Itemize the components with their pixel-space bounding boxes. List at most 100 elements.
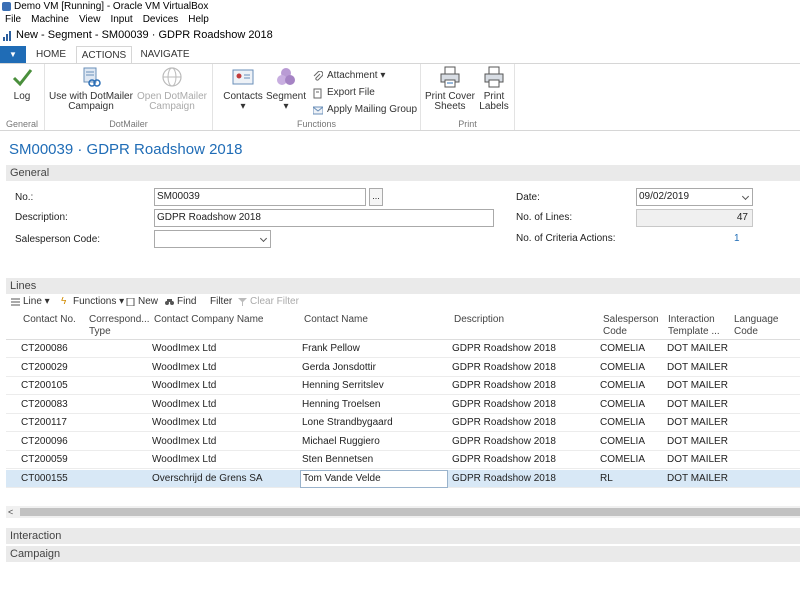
checkmark-icon bbox=[12, 69, 33, 87]
line-menu-button[interactable]: Line ▾ bbox=[11, 295, 50, 309]
fasttab-lines[interactable]: Lines bbox=[6, 278, 800, 294]
cell-contact-name: Lone Strandbygaard bbox=[302, 417, 393, 428]
table-row[interactable]: CT200029 WoodImex Ltd Gerda Jonsdottir G… bbox=[6, 359, 800, 377]
cell-contact-no: CT200086 bbox=[21, 343, 68, 354]
dotmailer-campaign-icon bbox=[83, 67, 101, 87]
page-title: SM00039 · GDPR Roadshow 2018 bbox=[9, 141, 243, 158]
segment-dropdown-icon: ▾ bbox=[283, 101, 289, 112]
column-correspondence-type-line2: Type bbox=[89, 326, 111, 337]
cell-company: WoodImex Ltd bbox=[152, 454, 217, 465]
no-field[interactable]: SM00039 bbox=[154, 188, 366, 206]
column-contact-name[interactable]: Contact Name bbox=[304, 314, 368, 326]
column-contact-company-name[interactable]: Contact Company Name bbox=[154, 314, 264, 326]
tab-home[interactable]: HOME bbox=[30, 46, 72, 64]
cell-description: GDPR Roadshow 2018 bbox=[452, 436, 556, 447]
table-row[interactable]: CT200083 WoodImex Ltd Henning Troelsen G… bbox=[6, 396, 800, 414]
no-assist-button[interactable]: ... bbox=[369, 188, 383, 206]
cell-contact-no: CT200083 bbox=[21, 399, 68, 410]
list-icon bbox=[11, 298, 20, 306]
vbox-menu-help[interactable]: Help bbox=[183, 13, 214, 27]
segment-button[interactable]: Segment ▾ bbox=[266, 66, 306, 112]
fasttab-campaign[interactable]: Campaign bbox=[6, 546, 800, 562]
tab-navigate[interactable]: NAVIGATE bbox=[136, 46, 194, 64]
description-field[interactable]: GDPR Roadshow 2018 bbox=[154, 209, 494, 227]
scroll-left-icon[interactable]: < bbox=[8, 506, 13, 518]
cell-contact-name: Henning Troelsen bbox=[302, 399, 381, 410]
export-file-button[interactable]: Export File bbox=[313, 85, 375, 101]
salesperson-code-field[interactable] bbox=[154, 230, 271, 248]
print-labels-button[interactable]: Print Labels bbox=[477, 66, 511, 112]
cell-salesperson: COMELIA bbox=[600, 454, 646, 465]
table-row[interactable]: CT200105 WoodImex Ltd Henning Serritslev… bbox=[6, 377, 800, 395]
attachment-button[interactable]: Attachment ▾ bbox=[313, 68, 385, 84]
apply-mailing-group-button[interactable]: Apply Mailing Group bbox=[313, 102, 417, 118]
print-cover-sheets-button[interactable]: Print Cover Sheets bbox=[425, 66, 475, 112]
open-dotmailer-campaign-button[interactable]: Open DotMailer Campaign bbox=[135, 66, 209, 112]
app-menu-button[interactable]: ▼ bbox=[0, 46, 26, 64]
vbox-menu-input[interactable]: Input bbox=[105, 13, 137, 27]
cell-salesperson: COMELIA bbox=[600, 343, 646, 354]
column-salesperson-code[interactable]: Salesperson Code bbox=[603, 314, 659, 338]
no-of-criteria-actions-value[interactable]: 1 bbox=[734, 233, 740, 244]
cell-salesperson: COMELIA bbox=[600, 362, 646, 373]
cell-salesperson: COMELIA bbox=[600, 399, 646, 410]
cell-description: GDPR Roadshow 2018 bbox=[452, 362, 556, 373]
functions-menu-button[interactable]: ϟ Functions ▾ bbox=[61, 295, 124, 309]
use-with-dotmailer-campaign-button[interactable]: Use with DotMailer Campaign bbox=[49, 66, 133, 112]
cell-salesperson: COMELIA bbox=[600, 417, 646, 428]
cell-contact-no: CT200096 bbox=[21, 436, 68, 447]
cell-company: WoodImex Ltd bbox=[152, 436, 217, 447]
vbox-menu-devices[interactable]: Devices bbox=[138, 13, 184, 27]
salesperson-code-label: Salesperson Code: bbox=[15, 234, 101, 245]
functions-menu-label: Functions bbox=[73, 296, 117, 307]
scrollbar-thumb[interactable] bbox=[20, 508, 800, 516]
column-salesperson-code-line1: Salesperson bbox=[603, 314, 659, 325]
contacts-button[interactable]: Contacts ▾ bbox=[221, 66, 265, 112]
paperclip-icon bbox=[313, 71, 323, 81]
column-description[interactable]: Description bbox=[454, 314, 504, 326]
clear-filter-button[interactable]: Clear Filter bbox=[238, 295, 299, 309]
date-field[interactable]: 09/02/2019 bbox=[636, 188, 753, 206]
fasttab-general[interactable]: General bbox=[6, 165, 800, 181]
vbox-menu-bar: File Machine View Input Devices Help bbox=[0, 13, 800, 27]
cell-template: DOT MAILER bbox=[667, 473, 728, 484]
table-row-selected[interactable]: CT000155 Overschrijd de Grens SA Tom Van… bbox=[6, 470, 800, 488]
cell-company: WoodImex Ltd bbox=[152, 343, 217, 354]
cell-contact-name-editor[interactable]: Tom Vande Velde bbox=[300, 470, 448, 488]
cell-company: WoodImex Ltd bbox=[152, 399, 217, 410]
chevron-down-icon bbox=[741, 192, 750, 201]
ribbon-group-dotmailer: Use with DotMailer Campaign Open DotMail… bbox=[45, 64, 213, 130]
filter-button[interactable]: Filter bbox=[198, 295, 232, 309]
horizontal-scrollbar[interactable]: < bbox=[6, 506, 800, 518]
chevron-down-icon bbox=[259, 234, 268, 243]
find-button[interactable]: Find bbox=[165, 295, 196, 309]
printer-icon bbox=[484, 66, 504, 88]
column-interaction-template[interactable]: Interaction Template ... bbox=[668, 314, 720, 338]
column-contact-no[interactable]: Contact No. bbox=[23, 314, 76, 326]
vbox-menu-file[interactable]: File bbox=[0, 13, 26, 27]
table-row[interactable]: CT200086 WoodImex Ltd Frank Pellow GDPR … bbox=[6, 340, 800, 358]
column-correspondence-type[interactable]: Correspond... Type bbox=[89, 314, 150, 338]
table-row[interactable]: CT200059 WoodImex Ltd Sten Bennetsen GDP… bbox=[6, 451, 800, 469]
new-line-button[interactable]: New bbox=[126, 295, 158, 309]
segment-icon bbox=[277, 68, 295, 85]
no-of-lines-label: No. of Lines: bbox=[516, 212, 573, 223]
column-language-code[interactable]: Language Code bbox=[734, 314, 779, 338]
cell-company: WoodImex Ltd bbox=[152, 380, 217, 391]
vbox-menu-view[interactable]: View bbox=[74, 13, 106, 27]
cell-contact-name: Michael Ruggiero bbox=[302, 436, 380, 447]
cell-contact-no: CT200029 bbox=[21, 362, 68, 373]
date-label: Date: bbox=[516, 192, 540, 203]
table-row[interactable]: CT200096 WoodImex Ltd Michael Ruggiero G… bbox=[6, 433, 800, 451]
no-of-lines-field: 47 bbox=[636, 209, 753, 227]
tab-actions[interactable]: ACTIONS bbox=[76, 46, 132, 64]
cell-company: Overschrijd de Grens SA bbox=[152, 473, 263, 484]
table-row[interactable]: CT200117 WoodImex Ltd Lone Strandbygaard… bbox=[6, 414, 800, 432]
fasttab-interaction[interactable]: Interaction bbox=[6, 528, 800, 544]
vbox-menu-machine[interactable]: Machine bbox=[26, 13, 74, 27]
log-button[interactable]: Log bbox=[4, 66, 40, 102]
date-value: 09/02/2019 bbox=[639, 191, 690, 202]
print-labels-label-2: Labels bbox=[479, 101, 509, 112]
column-correspondence-type-line1: Correspond... bbox=[89, 314, 150, 325]
cell-contact-name: Gerda Jonsdottir bbox=[302, 362, 376, 373]
